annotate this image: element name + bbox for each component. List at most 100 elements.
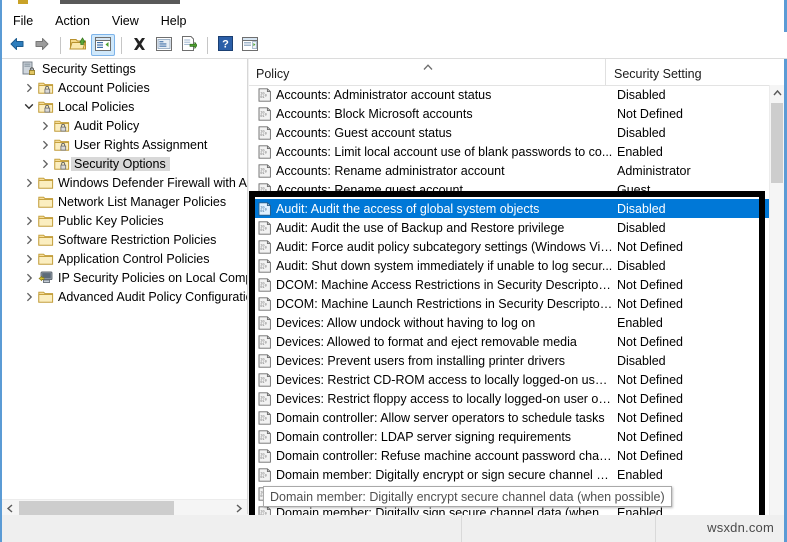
title-bar-icon-sliver [18, 0, 28, 4]
folder-lock-icon [53, 116, 71, 135]
up-one-level-button[interactable] [66, 34, 90, 56]
table-row[interactable]: 10 01 0 Devices: Restrict floppy access to … [249, 389, 770, 408]
tree-node-security-settings[interactable]: Security Settings [2, 59, 247, 78]
tree-node-network-list-manager-policies[interactable]: Network List Manager Policies [2, 192, 247, 211]
status-divider-2 [655, 515, 656, 542]
folder-icon [37, 173, 55, 192]
tree-node-label: Account Policies [58, 80, 150, 95]
chevron-right-icon[interactable] [21, 249, 37, 268]
policy-name-cell: Accounts: Administrator account status [276, 87, 492, 102]
folder-lock-icon [37, 78, 55, 97]
security-setting-cell: Not Defined [617, 296, 684, 311]
local-security-policy-window: File Action View Help ? Security Setting… [0, 0, 787, 542]
table-row[interactable]: 10 01 0 DCOM: Machine Access Restrictions i… [249, 275, 770, 294]
policy-rows[interactable]: 10 01 0 Accounts: Administrator account sta… [249, 85, 770, 533]
menu-item-view[interactable]: View [101, 12, 150, 30]
security-settings-icon [21, 59, 39, 78]
tree-node-application-control-policies[interactable]: Application Control Policies [2, 249, 247, 268]
table-row[interactable]: 10 01 0 Audit: Shut down system immediately… [249, 256, 770, 275]
policy-name-cell: DCOM: Machine Launch Restrictions in Sec… [276, 296, 613, 311]
tree-node-software-restriction-policies[interactable]: Software Restriction Policies [2, 230, 247, 249]
table-row[interactable]: 10 01 0 Accounts: Rename guest account Guest [249, 180, 770, 199]
tree-node-windows-defender-firewall-with-adva[interactable]: Windows Defender Firewall with Adva [2, 173, 247, 192]
help-button[interactable]: ? [213, 34, 237, 56]
svg-text:0: 0 [265, 189, 267, 193]
tree-node-account-policies[interactable]: Account Policies [2, 78, 247, 97]
tree-hscroll-thumb[interactable] [19, 501, 174, 515]
chevron-right-icon[interactable] [21, 173, 37, 192]
svg-text:?: ? [222, 39, 229, 51]
scroll-right-arrow-icon[interactable] [231, 500, 247, 516]
properties-button[interactable] [152, 34, 176, 56]
table-row[interactable]: 10 01 0 Domain controller: Allow server ope… [249, 408, 770, 427]
tree-node-advanced-audit-policy-configuration[interactable]: Advanced Audit Policy Configuration [2, 287, 247, 306]
policy-name-cell: Audit: Shut down system immediately if u… [276, 258, 613, 273]
table-row[interactable]: 10 01 0 Domain controller: Refuse machine a… [249, 446, 770, 465]
chevron-right-icon[interactable] [21, 268, 37, 287]
menu-item-help[interactable]: Help [150, 12, 198, 30]
policy-name-cell: Devices: Prevent users from installing p… [276, 353, 565, 368]
table-row[interactable]: 10 01 0 Accounts: Limit local account use o… [249, 142, 770, 161]
folder-icon [37, 249, 55, 268]
policy-name-cell: Domain controller: Allow server operator… [276, 410, 605, 425]
table-row[interactable]: 10 01 0 Devices: Prevent users from install… [249, 351, 770, 370]
delete-button[interactable] [127, 34, 151, 56]
menu-item-action[interactable]: Action [44, 12, 101, 30]
table-row[interactable]: 10 01 0 Devices: Allow undock without havin… [249, 313, 770, 332]
scroll-up-arrow-icon[interactable] [770, 85, 784, 101]
table-row[interactable]: 10 01 0 Domain controller: LDAP server sign… [249, 427, 770, 446]
security-setting-cell: Disabled [617, 87, 666, 102]
column-header-security-setting[interactable]: Security Setting [605, 59, 755, 85]
security-setting-cell: Not Defined [617, 410, 684, 425]
tree-node-security-options[interactable]: Security Options [2, 154, 247, 173]
svg-text:0: 0 [265, 208, 267, 212]
tree-node-audit-policy[interactable]: Audit Policy [2, 116, 247, 135]
table-row[interactable]: 10 01 0 Audit: Audit the access of global s… [249, 199, 770, 218]
export-list-button[interactable] [177, 34, 201, 56]
forward-button[interactable] [30, 34, 54, 56]
svg-text:0: 0 [265, 398, 267, 402]
policy-icon: 10010 [249, 123, 276, 142]
chevron-right-icon[interactable] [21, 230, 37, 249]
policy-name-cell: Devices: Restrict floppy access to local… [276, 391, 613, 406]
tree-node-user-rights-assignment[interactable]: User Rights Assignment [2, 135, 247, 154]
menu-item-file[interactable]: File [2, 12, 44, 30]
list-vertical-scrollbar[interactable] [769, 85, 784, 533]
table-row[interactable]: 10 01 0 Accounts: Block Microsoft accounts N… [249, 104, 770, 123]
policy-icon: 10010 [249, 237, 276, 256]
chevron-right-icon[interactable] [37, 135, 53, 154]
chevron-right-icon[interactable] [37, 116, 53, 135]
list-vscroll-thumb[interactable] [771, 103, 783, 183]
table-row[interactable]: 10 01 0 Audit: Force audit policy subcatego… [249, 237, 770, 256]
table-row[interactable]: 10 01 0 Devices: Restrict CD-ROM access to … [249, 370, 770, 389]
back-button[interactable] [5, 34, 29, 56]
tree-horizontal-scrollbar[interactable] [2, 499, 247, 516]
scroll-left-arrow-icon[interactable] [2, 500, 18, 516]
table-row[interactable]: 10 01 0 DCOM: Machine Launch Restrictions i… [249, 294, 770, 313]
show-hide-console-tree-button[interactable] [91, 34, 115, 56]
svg-text:0: 0 [265, 436, 267, 440]
table-row[interactable]: 10 01 0 Accounts: Guest account status Disab… [249, 123, 770, 142]
tree-node-public-key-policies[interactable]: Public Key Policies [2, 211, 247, 230]
delete-x-icon [131, 36, 148, 55]
console-tree[interactable]: Security Settings Account Policies Local P… [2, 59, 247, 497]
policy-icon: 10010 [249, 370, 276, 389]
list-header: Policy Security Setting [249, 59, 784, 86]
column-header-policy[interactable]: Policy [256, 59, 601, 85]
table-row[interactable]: 10 01 0 Accounts: Administrator account sta… [249, 85, 770, 104]
show-hide-action-pane-button[interactable] [238, 34, 262, 56]
security-setting-cell: Not Defined [617, 429, 684, 444]
tree-node-ip-security-policies-on-local-compute[interactable]: IP Security Policies on Local Compute [2, 268, 247, 287]
tree-node-local-policies[interactable]: Local Policies [2, 97, 247, 116]
chevron-right-icon[interactable] [37, 154, 53, 173]
chevron-right-icon[interactable] [21, 78, 37, 97]
table-row[interactable]: 10 01 0 Devices: Allowed to format and ejec… [249, 332, 770, 351]
chevron-down-icon[interactable] [21, 97, 37, 116]
table-row[interactable]: 10 01 0 Accounts: Rename administrator acco… [249, 161, 770, 180]
table-row[interactable]: 10 01 0 Domain member: Digitally encrypt or… [249, 465, 770, 484]
svg-text:0: 0 [265, 474, 267, 478]
table-row[interactable]: 10 01 0 Audit: Audit the use of Backup and … [249, 218, 770, 237]
chevron-right-icon[interactable] [21, 211, 37, 230]
chevron-right-icon[interactable] [21, 287, 37, 306]
